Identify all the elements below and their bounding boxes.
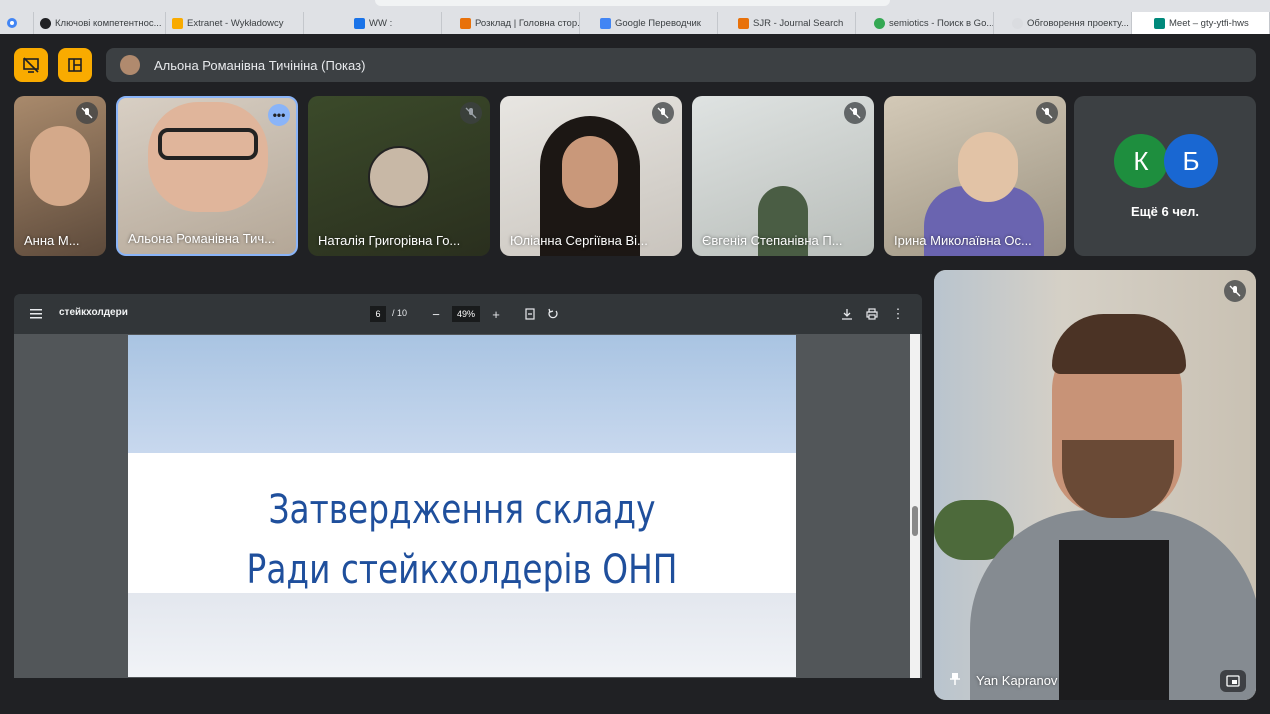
- pdf-scrollbar[interactable]: [910, 334, 920, 678]
- slide-sky-background: [128, 335, 796, 453]
- presenter-banner: Альона Романівна Тичініна (Показ): [106, 48, 1256, 82]
- participant-name: Альона Романівна Тич...: [128, 231, 276, 246]
- rotate-icon[interactable]: [545, 306, 561, 322]
- tab-label: Meet – gty-ytfi-hws: [1169, 17, 1249, 29]
- tab-label: Extranet - Wykładowcy: [187, 17, 284, 29]
- participant-name: Наталія Григорівна Го...: [318, 233, 461, 248]
- participant-tile[interactable]: Юліанна Сергіївна Ві...: [500, 96, 682, 256]
- tab-discussion[interactable]: Обговорення проекту...: [994, 12, 1132, 34]
- presenter-label: Альона Романівна Тичініна (Показ): [154, 57, 366, 73]
- tab-label: SJR - Journal Search: [753, 17, 844, 29]
- mic-off-icon: [1224, 280, 1246, 302]
- more-vert-icon[interactable]: ⋮: [890, 306, 906, 322]
- participant-tile[interactable]: Ірина Миколаївна Ос...: [884, 96, 1066, 256]
- page-count: / 10: [392, 308, 408, 318]
- address-bar[interactable]: [375, 0, 890, 6]
- tab-favicon: [600, 17, 611, 29]
- print-icon[interactable]: [864, 306, 880, 322]
- shirt-shape: [1059, 540, 1169, 700]
- avatar: [368, 146, 430, 208]
- participant-tile[interactable]: Наталія Григорівна Го...: [308, 96, 490, 256]
- tab-competences[interactable]: Ключові компетентнос...: [34, 12, 166, 34]
- pdf-title: стейкхолдери: [59, 307, 128, 318]
- tab-favicon: [460, 17, 471, 29]
- tab-label: Ключові компетентнос...: [55, 17, 162, 29]
- slide-title-line-2: Ради стейкхолдерів ОНП: [246, 547, 678, 593]
- participant-name: Анна М...: [24, 233, 80, 248]
- mic-off-icon: [1036, 102, 1058, 124]
- picture-in-picture-icon[interactable]: [1220, 670, 1246, 692]
- mic-off-icon: [652, 102, 674, 124]
- pdf-toolbar: стейкхолдери 6 / 10 − 49% + ⋮: [14, 294, 922, 334]
- participant-name: Ірина Миколаївна Ос...: [894, 233, 1032, 248]
- participant-tile[interactable]: Євгенія Степанівна П...: [692, 96, 874, 256]
- tab-label: Google Переводчик: [615, 17, 701, 29]
- participant-tile-active-speaker[interactable]: ••• Альона Романівна Тич...: [116, 96, 298, 256]
- tab-label: semiotics - Поиск в Go...: [889, 17, 994, 29]
- participant-name: Юліанна Сергіївна Ві...: [510, 233, 648, 248]
- tab-favicon: [874, 17, 885, 29]
- slide-title-line-1: Затвердження складу: [268, 487, 656, 533]
- tab-extranet[interactable]: Extranet - Wykładowcy: [166, 12, 304, 34]
- mic-off-icon: [460, 102, 482, 124]
- avatar-b: Б: [1164, 134, 1218, 188]
- tab-meet[interactable]: Meet – gty-ytfi-hws: [1132, 12, 1270, 34]
- tab-favicon: [1154, 17, 1165, 29]
- stop-presenting-button[interactable]: [14, 48, 48, 82]
- browser-tab-strip: Ключові компетентнос... Extranet - Wykła…: [0, 0, 1270, 34]
- participant-tile[interactable]: Анна М...: [14, 96, 106, 256]
- tab-favicon: [1012, 17, 1023, 29]
- download-icon[interactable]: [839, 306, 855, 322]
- avatar-k: К: [1114, 134, 1168, 188]
- tab-label: WW :: [369, 17, 393, 29]
- participant-face: [562, 136, 618, 208]
- participant-name: Yan Kapranov: [976, 673, 1058, 688]
- zoom-input[interactable]: 49%: [452, 306, 480, 322]
- scrollbar-thumb[interactable]: [912, 506, 918, 536]
- more-participants-tile[interactable]: К Б Ещё 6 чел.: [1074, 96, 1256, 256]
- zoom-in-icon[interactable]: +: [488, 306, 504, 322]
- tab-favicon: [40, 17, 51, 29]
- glasses-shape: [158, 128, 258, 160]
- hamburger-menu-icon[interactable]: [28, 306, 44, 322]
- participant-name: Євгенія Степанівна П...: [702, 233, 843, 248]
- present-off-icon: [23, 57, 39, 73]
- tab-sjr[interactable]: SJR - Journal Search: [718, 12, 856, 34]
- tab-ww[interactable]: WW :: [304, 12, 442, 34]
- tab-favicon: [172, 17, 183, 29]
- tab-label: Обговорення проекту...: [1027, 17, 1129, 29]
- tab-favicon: [354, 17, 365, 29]
- layout-button[interactable]: [58, 48, 92, 82]
- participant-video: [30, 126, 90, 206]
- fit-page-icon[interactable]: [522, 306, 538, 322]
- pin-icon[interactable]: [950, 673, 960, 688]
- mic-off-icon: [844, 102, 866, 124]
- page-number-input[interactable]: 6: [370, 306, 386, 322]
- tab-label: Розклад | Головна стор...: [475, 17, 580, 29]
- layout-icon: [68, 58, 82, 72]
- mic-off-icon: [76, 102, 98, 124]
- tab-google-translate[interactable]: Google Переводчик: [580, 12, 718, 34]
- presenter-avatar: [120, 55, 140, 75]
- tab-semiotics[interactable]: semiotics - Поиск в Go...: [856, 12, 994, 34]
- tab-favicon: [738, 17, 749, 29]
- slide-bottom-band: [128, 593, 796, 677]
- meet-stage: Альона Романівна Тичініна (Показ) Анна М…: [0, 34, 1270, 714]
- pinned-participant-tile[interactable]: Yan Kapranov: [934, 270, 1256, 700]
- tab-row: Ключові компетентнос... Extranet - Wykła…: [0, 12, 1270, 34]
- pdf-viewer: стейкхолдери 6 / 10 − 49% + ⋮ Затверджен…: [14, 294, 922, 678]
- participant-face: [958, 132, 1018, 202]
- browser-menu-icon[interactable]: [0, 12, 34, 34]
- tab-schedule[interactable]: Розклад | Головна стор...: [442, 12, 580, 34]
- more-options-icon[interactable]: •••: [268, 104, 290, 126]
- more-participants-label: Ещё 6 чел.: [1131, 204, 1199, 219]
- pdf-slide: Затвердження складу Ради стейкхолдерів О…: [128, 335, 796, 677]
- zoom-out-icon[interactable]: −: [428, 306, 444, 322]
